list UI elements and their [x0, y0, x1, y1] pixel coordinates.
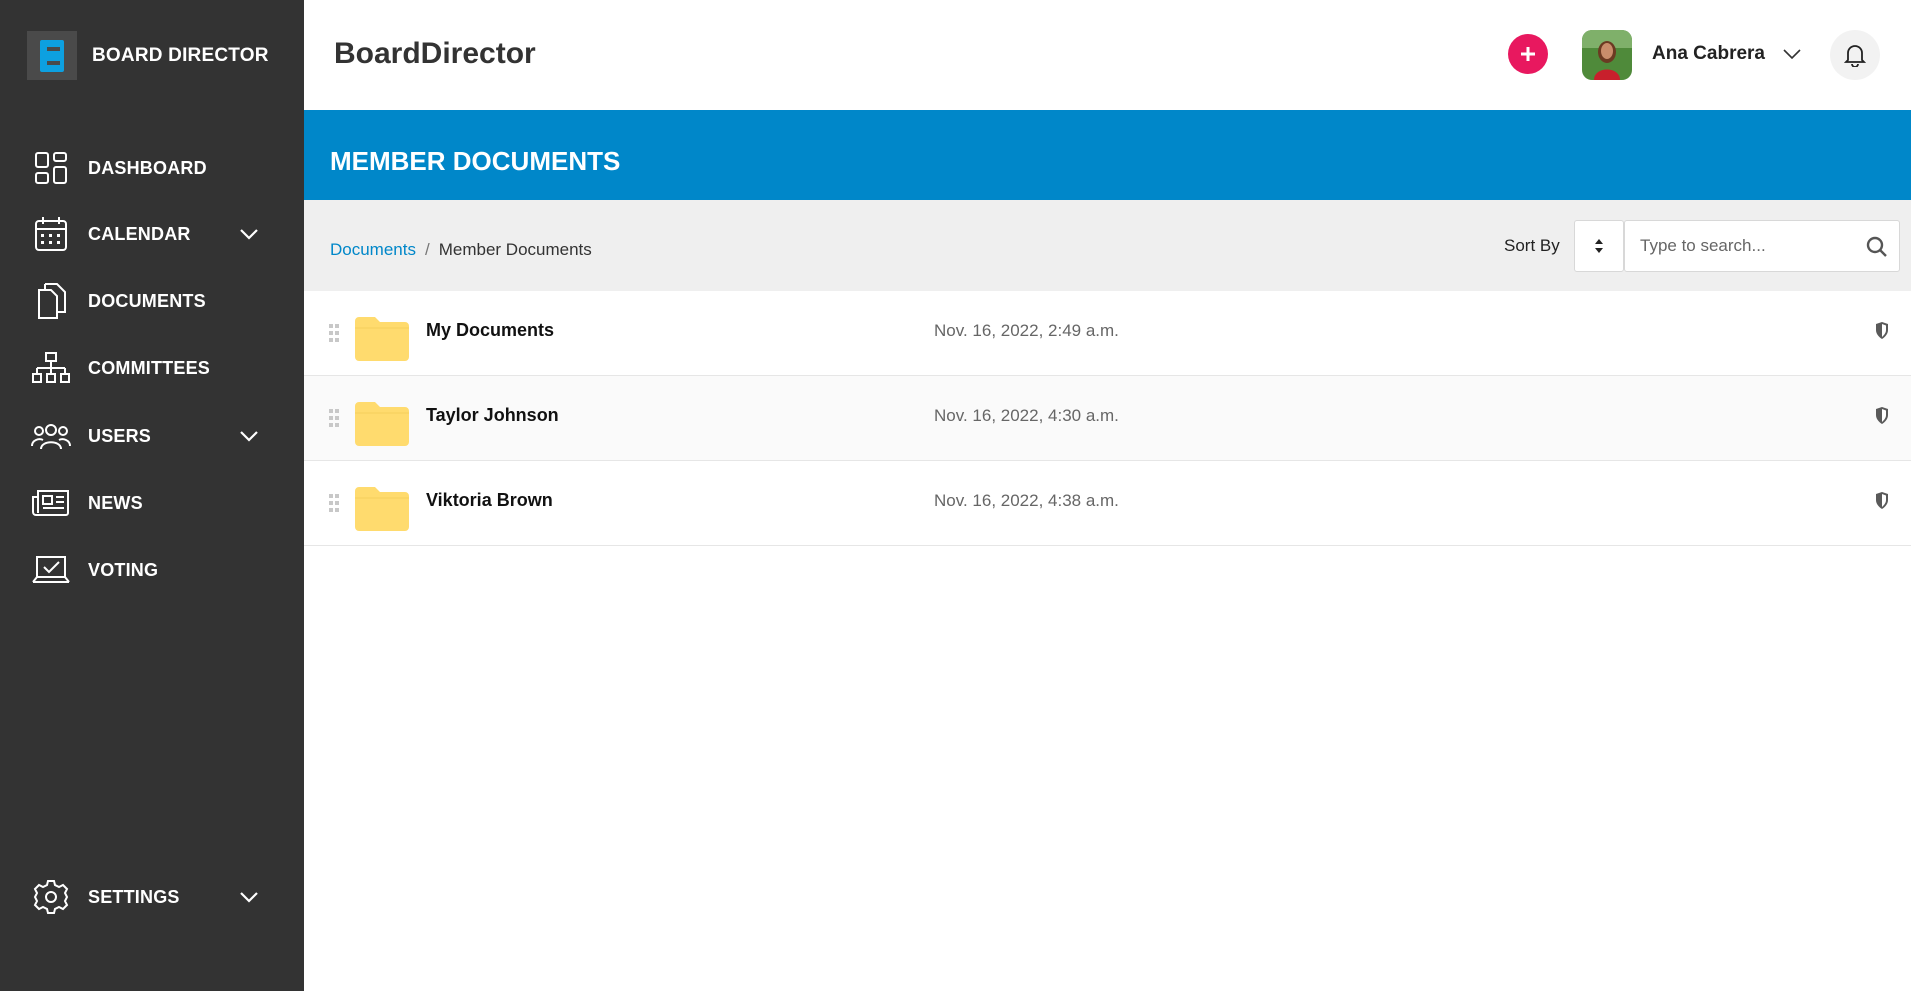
sidebar-item-label: SETTINGS	[88, 886, 180, 907]
bell-icon	[1844, 45, 1866, 67]
folder-name[interactable]: Viktoria Brown	[426, 490, 553, 511]
news-icon	[31, 483, 71, 523]
folder-icon	[355, 485, 409, 531]
chevron-down-icon[interactable]	[237, 224, 261, 244]
shield-icon[interactable]	[1873, 405, 1891, 425]
chevron-down-icon[interactable]	[1782, 45, 1802, 63]
drag-handle-icon[interactable]	[328, 409, 340, 427]
sort-button[interactable]	[1574, 220, 1624, 272]
sidebar-item-label: VOTING	[88, 559, 159, 580]
sidebar: BOARD DIRECTOR DASHBOARD CALENDAR DOCUME…	[0, 0, 304, 991]
search-input[interactable]	[1640, 236, 1860, 256]
folder-icon	[355, 400, 409, 446]
sidebar-item-dashboard[interactable]: DASHBOARD	[31, 146, 261, 190]
sidebar-item-label: DASHBOARD	[88, 157, 207, 178]
page-title: MEMBER DOCUMENTS	[330, 146, 621, 176]
user-avatar[interactable]	[1582, 30, 1632, 80]
brand-name: BOARD DIRECTOR	[92, 44, 269, 66]
notifications-button[interactable]	[1830, 30, 1880, 80]
shield-icon[interactable]	[1873, 320, 1891, 340]
sidebar-item-label: NEWS	[88, 492, 143, 513]
chevron-down-icon[interactable]	[237, 426, 261, 446]
sidebar-item-settings[interactable]: SETTINGS	[31, 875, 261, 919]
voting-icon	[31, 550, 71, 590]
sidebar-item-label: DOCUMENTS	[88, 290, 206, 311]
sidebar-item-committees[interactable]: COMMITTEES	[31, 346, 261, 390]
documents-icon	[31, 281, 71, 321]
breadcrumb: Documents / Member Documents	[330, 240, 592, 260]
breadcrumb-documents-link[interactable]: Documents	[330, 240, 416, 260]
add-button[interactable]	[1508, 34, 1548, 74]
folder-name[interactable]: My Documents	[426, 320, 554, 341]
sidebar-item-label: CALENDAR	[88, 223, 191, 244]
board-director-logo	[27, 31, 77, 80]
sidebar-item-calendar[interactable]: CALENDAR	[31, 212, 261, 256]
search-icon[interactable]	[1865, 235, 1889, 259]
app-title: BoardDirector	[334, 37, 536, 70]
folder-list: My Documents Nov. 16, 2022, 2:49 a.m. Ta…	[304, 291, 1911, 546]
folder-date: Nov. 16, 2022, 4:30 a.m.	[934, 406, 1119, 425]
sort-label: Sort By	[1504, 236, 1560, 255]
sidebar-item-label: USERS	[88, 425, 152, 446]
gear-icon	[31, 877, 71, 917]
folder-date: Nov. 16, 2022, 2:49 a.m.	[934, 321, 1119, 340]
plus-icon	[1521, 47, 1535, 61]
folder-row[interactable]: Taylor Johnson Nov. 16, 2022, 4:30 a.m.	[304, 376, 1911, 461]
chevron-down-icon[interactable]	[237, 887, 261, 907]
breadcrumb-current: Member Documents	[438, 240, 592, 259]
top-bar: BoardDirector Ana Cabrera	[304, 0, 1911, 110]
sidebar-item-voting[interactable]: VOTING	[31, 548, 261, 592]
folder-date: Nov. 16, 2022, 4:38 a.m.	[934, 491, 1119, 510]
search-box	[1624, 220, 1900, 272]
folder-row[interactable]: Viktoria Brown Nov. 16, 2022, 4:38 a.m.	[304, 461, 1911, 546]
section-banner: MEMBER DOCUMENTS	[304, 110, 1911, 200]
sidebar-item-users[interactable]: USERS	[31, 414, 261, 458]
shield-icon[interactable]	[1873, 490, 1891, 510]
sidebar-item-label: COMMITTEES	[88, 357, 210, 378]
sort-icon	[1595, 239, 1603, 253]
sidebar-item-documents[interactable]: DOCUMENTS	[31, 279, 261, 323]
brand[interactable]: BOARD DIRECTOR	[27, 31, 269, 80]
calendar-icon	[31, 214, 71, 254]
folder-name[interactable]: Taylor Johnson	[426, 405, 559, 426]
sidebar-item-news[interactable]: NEWS	[31, 481, 261, 525]
dashboard-icon	[31, 148, 71, 188]
folder-row[interactable]: My Documents Nov. 16, 2022, 2:49 a.m.	[304, 291, 1911, 376]
committees-icon	[31, 348, 71, 388]
drag-handle-icon[interactable]	[328, 494, 340, 512]
user-name[interactable]: Ana Cabrera	[1652, 43, 1765, 65]
drag-handle-icon[interactable]	[328, 324, 340, 342]
toolbar: Documents / Member Documents Sort By	[304, 200, 1911, 291]
users-icon	[31, 416, 71, 456]
folder-icon	[355, 315, 409, 361]
breadcrumb-separator: /	[424, 240, 430, 259]
